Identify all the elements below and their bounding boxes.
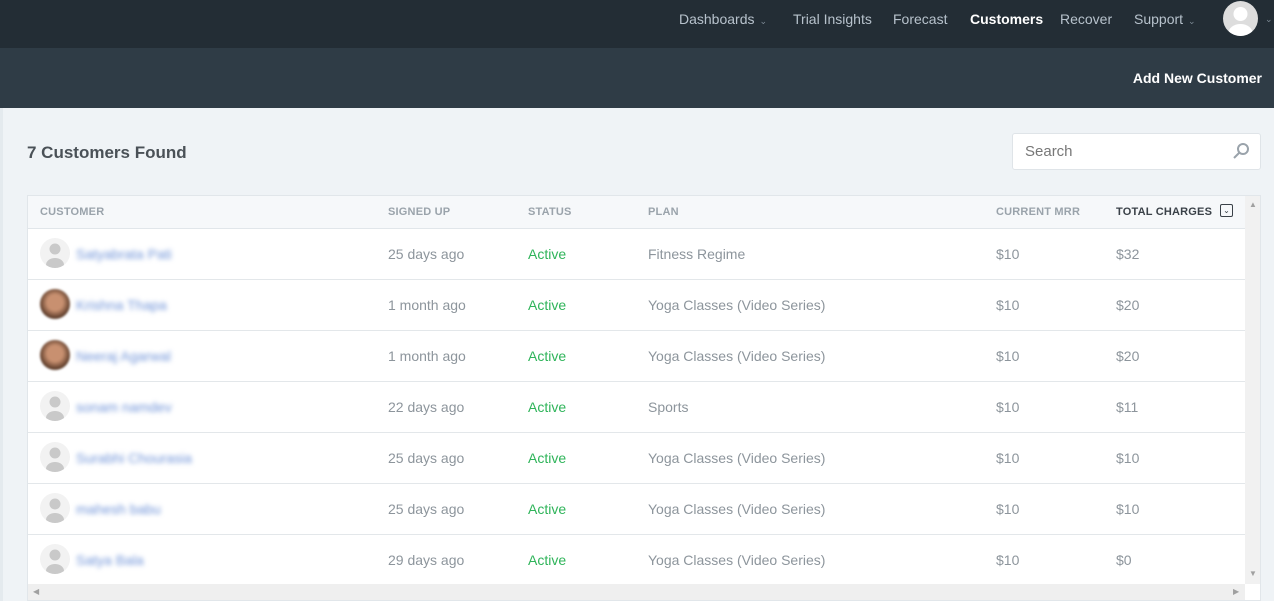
signed-up: 25 days ago <box>388 246 465 262</box>
customer-name-link[interactable]: Neeraj Agarwal <box>76 348 171 364</box>
table-row[interactable]: mahesh babu 25 days ago Active Yoga Clas… <box>28 484 1245 535</box>
nav-item-customers[interactable]: Customers <box>970 11 1043 27</box>
nav-item-label: Customers <box>970 11 1044 27</box>
sort-dropdown-icon[interactable]: ⌄ <box>1220 204 1233 217</box>
default-user-icon <box>46 549 64 574</box>
nav-item-label: Forecast <box>893 11 948 27</box>
signed-up: 1 month ago <box>388 348 466 364</box>
total-charges: $10 <box>1116 501 1140 517</box>
customer-avatar <box>40 493 70 523</box>
user-avatar-icon <box>1228 7 1253 36</box>
nav-item-label: Recover <box>1060 11 1113 27</box>
current-mrr: $10 <box>996 246 1020 262</box>
table-row[interactable]: Krishna Thapa 1 month ago Active Yoga Cl… <box>28 280 1245 331</box>
current-mrr: $10 <box>996 348 1020 364</box>
nav-item-label: Trial Insights <box>793 11 872 27</box>
current-mrr: $10 <box>996 399 1020 415</box>
signed-up: 22 days ago <box>388 399 465 415</box>
column-total-charges[interactable]: TOTAL CHARGES <box>1116 206 1212 218</box>
total-charges: $32 <box>1116 246 1140 262</box>
nav-item-dashboards[interactable]: Dashboards ⌄ <box>679 11 767 27</box>
customer-name-link[interactable]: sonam namdev <box>76 399 172 415</box>
plan: Fitness Regime <box>648 246 746 262</box>
table-row[interactable]: Neeraj Agarwal 1 month ago Active Yoga C… <box>28 331 1245 382</box>
column-customer[interactable]: CUSTOMER <box>40 206 104 218</box>
nav-item-label: Support <box>1134 11 1184 27</box>
table-row[interactable]: Satya Bala 29 days ago Active Yoga Class… <box>28 535 1245 586</box>
vertical-scrollbar[interactable]: ▲ ▼ <box>1245 196 1260 584</box>
current-mrr: $10 <box>996 552 1020 568</box>
customer-avatar <box>40 340 70 370</box>
status-badge: Active <box>528 246 567 262</box>
customer-name-link[interactable]: Krishna Thapa <box>76 297 167 313</box>
nav-item-label: Dashboards <box>679 11 755 27</box>
nav-item-trial-insights[interactable]: Trial Insights <box>793 11 872 27</box>
current-mrr: $10 <box>996 450 1020 466</box>
page-title: 7 Customers Found <box>27 143 187 162</box>
plan: Yoga Classes (Video Series) <box>648 552 826 568</box>
current-mrr: $10 <box>996 501 1020 517</box>
search-input[interactable] <box>1025 143 1225 160</box>
search-icon[interactable] <box>1232 142 1250 160</box>
table-row[interactable]: Surabhi Chourasia 25 days ago Active Yog… <box>28 433 1245 484</box>
table-row[interactable]: Satyabrata Pati 25 days ago Active Fitne… <box>28 229 1245 280</box>
signed-up: 1 month ago <box>388 297 466 313</box>
user-avatar-menu[interactable] <box>1223 1 1258 36</box>
table-header: CUSTOMER SIGNED UP STATUS PLAN CURRENT M… <box>28 196 1245 229</box>
chevron-down-icon: ⌄ <box>759 16 768 26</box>
customer-name-link[interactable]: Satya Bala <box>76 552 144 568</box>
nav-item-support[interactable]: Support ⌄ <box>1134 11 1196 27</box>
table-row[interactable]: sonam namdev 22 days ago Active Sports $… <box>28 382 1245 433</box>
total-charges: $20 <box>1116 297 1140 313</box>
customer-avatar <box>40 442 70 472</box>
customer-avatar <box>40 289 70 319</box>
default-user-icon <box>46 498 64 523</box>
status-badge: Active <box>528 348 567 364</box>
customer-avatar <box>40 238 70 268</box>
nav-item-recover[interactable]: Recover <box>1060 11 1112 27</box>
default-user-icon <box>46 396 64 421</box>
default-user-icon <box>46 243 64 268</box>
status-badge: Active <box>528 297 567 313</box>
plan: Yoga Classes (Video Series) <box>648 450 826 466</box>
current-mrr: $10 <box>996 297 1020 313</box>
sub-header: Add New Customer <box>0 48 1274 108</box>
total-charges: $11 <box>1116 399 1139 415</box>
column-signed-up[interactable]: SIGNED UP <box>388 206 450 218</box>
signed-up: 25 days ago <box>388 501 465 517</box>
customer-name-link[interactable]: mahesh babu <box>76 501 161 517</box>
chevron-down-icon: ⌄ <box>1188 16 1196 26</box>
status-badge: Active <box>528 501 567 517</box>
customer-avatar <box>40 391 70 421</box>
column-current-mrr[interactable]: CURRENT MRR <box>996 206 1080 218</box>
top-navigation: Dashboards ⌄ Trial Insights Forecast Custome… <box>0 0 1274 48</box>
plan: Yoga Classes (Video Series) <box>648 297 826 313</box>
plan: Yoga Classes (Video Series) <box>648 501 826 517</box>
customer-name-link[interactable]: Surabhi Chourasia <box>76 450 192 466</box>
plan: Sports <box>648 399 689 415</box>
status-badge: Active <box>528 399 567 415</box>
chevron-down-icon[interactable]: ⌄ <box>1265 14 1273 25</box>
plan: Yoga Classes (Video Series) <box>648 348 826 364</box>
horizontal-scrollbar[interactable]: ◀ ▶ <box>28 584 1245 600</box>
left-edge <box>0 108 3 601</box>
customer-name-link[interactable]: Satyabrata Pati <box>76 246 172 262</box>
status-badge: Active <box>528 552 567 568</box>
column-status[interactable]: STATUS <box>528 206 572 218</box>
customer-avatar <box>40 544 70 574</box>
column-plan[interactable]: PLAN <box>648 206 679 218</box>
total-charges: $0 <box>1116 552 1132 568</box>
default-user-icon <box>46 447 64 472</box>
total-charges: $10 <box>1116 450 1140 466</box>
status-badge: Active <box>528 450 567 466</box>
add-new-customer-button[interactable]: Add New Customer <box>1133 70 1262 86</box>
customers-table: CUSTOMER SIGNED UP STATUS PLAN CURRENT M… <box>27 195 1261 601</box>
search-box[interactable] <box>1012 133 1261 170</box>
nav-item-forecast[interactable]: Forecast <box>893 11 947 27</box>
total-charges: $20 <box>1116 348 1140 364</box>
signed-up: 29 days ago <box>388 552 465 568</box>
signed-up: 25 days ago <box>388 450 465 466</box>
